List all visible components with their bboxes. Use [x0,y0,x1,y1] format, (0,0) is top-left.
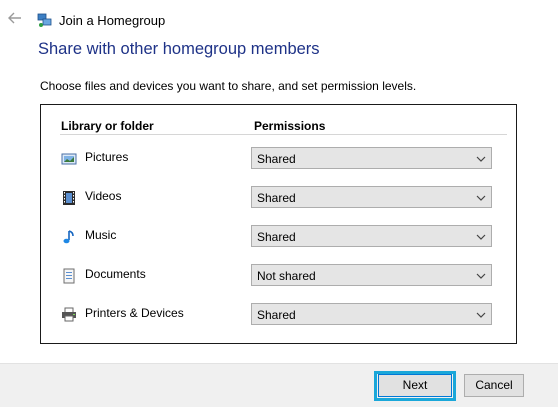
title-bar: Join a Homegroup [0,0,558,40]
table-row-music: Music Shared [41,225,516,249]
videos-icon [61,190,77,206]
permission-select-music[interactable]: Shared [251,225,492,247]
select-value: Shared [257,230,296,244]
table-row-videos: Videos Shared [41,186,516,210]
select-value: Not shared [257,269,316,283]
select-value: Shared [257,152,296,166]
header-divider [60,134,507,135]
homegroup-icon [37,12,53,28]
cancel-button[interactable]: Cancel [464,374,524,397]
table-row-pictures: Pictures Shared [41,147,516,171]
window-title: Join a Homegroup [59,13,166,28]
chevron-down-icon [475,230,487,242]
permission-select-pictures[interactable]: Shared [251,147,492,169]
page-heading: Share with other homegroup members [38,40,320,58]
table-row-printers: Printers & Devices Shared [41,303,516,327]
documents-icon [61,268,77,284]
chevron-down-icon [475,308,487,320]
permission-select-documents[interactable]: Not shared [251,264,492,286]
row-label-videos: Videos [85,189,122,203]
next-button[interactable]: Next [378,374,452,397]
back-arrow-icon[interactable] [6,10,24,28]
select-value: Shared [257,308,296,322]
column-header-library: Library or folder [61,119,154,133]
table-row-documents: Documents Not shared [41,264,516,288]
chevron-down-icon [475,152,487,164]
chevron-down-icon [475,191,487,203]
music-icon [61,229,77,245]
pictures-icon [61,151,77,167]
row-label-printers: Printers & Devices [85,306,184,320]
row-label-music: Music [85,228,117,242]
row-label-documents: Documents [85,267,146,281]
instruction-text: Choose files and devices you want to sha… [40,79,417,93]
chevron-down-icon [475,269,487,281]
row-label-pictures: Pictures [85,150,129,164]
permission-select-videos[interactable]: Shared [251,186,492,208]
share-table: Library or folder Permissions Pictures S… [40,104,517,344]
select-value: Shared [257,191,296,205]
printers-icon [61,307,77,323]
permission-select-printers[interactable]: Shared [251,303,492,325]
column-header-permissions: Permissions [254,119,326,133]
